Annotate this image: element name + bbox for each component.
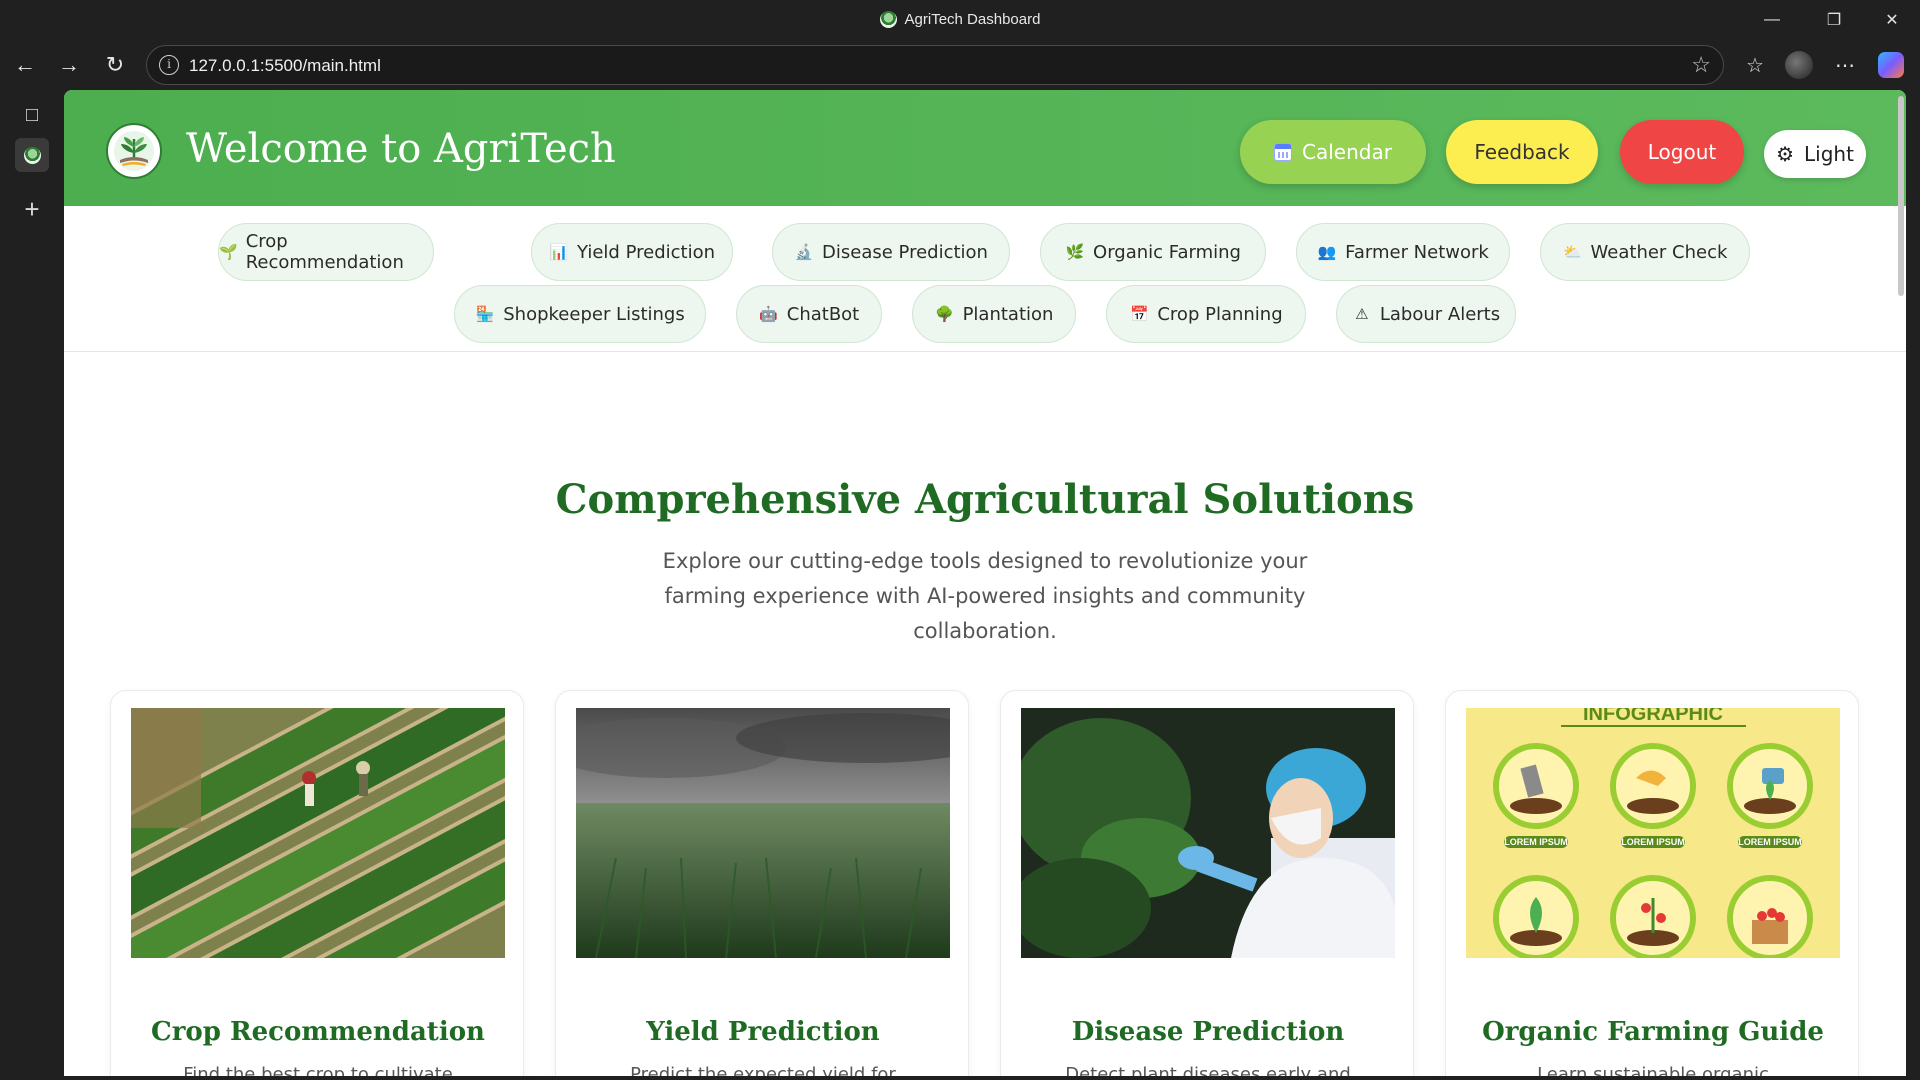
card-title: Organic Farming Guide (1482, 1017, 1824, 1047)
infographic-heading: INFOGRAPHIC (1583, 708, 1723, 725)
infographic-image: INFOGRAPHIC LOREM IPSUM LOREM IPSUM LORE… (1466, 708, 1840, 958)
calendar-icon: 📅 (1130, 305, 1149, 323)
tree-icon: 🌳 (935, 305, 954, 323)
nav-organic-farming[interactable]: 🌿 Organic Farming (1040, 223, 1266, 281)
card-disease-prediction[interactable]: Disease Prediction Detect plant diseases… (1000, 690, 1414, 1076)
card-title: Disease Prediction (1071, 1017, 1345, 1047)
tab-actions-icon[interactable]: □ (15, 98, 49, 132)
nav-label: Yield Prediction (577, 241, 715, 263)
gear-icon: ⚙ (1776, 142, 1794, 166)
nav-label: ChatBot (786, 303, 860, 325)
warning-icon: ⚠ (1355, 305, 1369, 323)
nav-farmer-network[interactable]: 👥 Farmer Network (1296, 223, 1510, 281)
nav-disease-prediction[interactable]: 🔬 Disease Prediction (772, 223, 1010, 281)
calendar-icon (1274, 143, 1293, 161)
logout-button-label: Logout (1647, 140, 1717, 164)
nav-label: Farmer Network (1345, 241, 1489, 263)
solutions-subtitle: Explore our cutting-edge tools designed … (662, 549, 1308, 643)
people-icon: 👥 (1317, 243, 1337, 261)
card-description: Detect plant diseases early and (1065, 1064, 1351, 1076)
garden-beds-image (131, 708, 505, 958)
weather-icon: ⛅ (1563, 243, 1582, 261)
infographic-badge: LOREM IPSUM (1738, 837, 1802, 847)
plant-logo-icon (114, 131, 154, 171)
card-yield-prediction[interactable]: Yield Prediction Predict the expected yi… (555, 690, 969, 1076)
shop-icon: 🏪 (475, 305, 495, 323)
infographic-badge: LOREM IPSUM (1504, 837, 1568, 847)
calendar-button-label: Calendar (1302, 140, 1392, 164)
card-crop-recommendation[interactable]: Crop Recommendation Find the best crop t… (110, 690, 524, 1076)
nav-label: Shopkeeper Listings (503, 303, 685, 325)
favorites-icon[interactable]: ☆ (1738, 48, 1772, 82)
browser-sidebar: □ + (0, 90, 64, 1080)
back-icon[interactable]: ← (8, 48, 42, 82)
agritech-logo (106, 123, 162, 179)
reload-icon[interactable]: ↻ (98, 48, 132, 82)
nav-crop-planning[interactable]: 📅 Crop Planning (1106, 285, 1306, 343)
nav-shopkeeper-listings[interactable]: 🏪 Shopkeeper Listings (454, 285, 706, 343)
logout-button[interactable]: Logout (1620, 120, 1744, 184)
card-organic-farming[interactable]: INFOGRAPHIC LOREM IPSUM LOREM IPSUM LORE… (1445, 690, 1859, 1076)
nav-label: Crop Recommendation (245, 231, 404, 273)
more-options-icon[interactable]: ⋯ (1828, 48, 1862, 82)
theme-toggle-button[interactable]: ⚙ Light (1764, 130, 1866, 178)
microscope-icon: 🔬 (794, 243, 814, 261)
web-page: Welcome to AgriTech Calendar Feedback Lo… (64, 90, 1906, 1076)
robot-icon: 🤖 (759, 305, 779, 323)
profile-avatar[interactable] (1782, 48, 1816, 82)
feedback-button[interactable]: Feedback (1446, 120, 1598, 184)
nav-plantation[interactable]: 🌳 Plantation (912, 285, 1076, 343)
nav-label: Crop Planning (1157, 303, 1283, 325)
card-description: Find the best crop to cultivate (183, 1064, 453, 1076)
infographic-badge: LOREM IPSUM (1621, 837, 1685, 847)
tab-title: AgriTech Dashboard (904, 11, 1041, 28)
address-url[interactable]: 127.0.0.1:5500/main.html (189, 56, 381, 76)
restore-icon[interactable]: ❐ (1811, 0, 1857, 40)
window-title: AgriTech Dashboard (0, 11, 1920, 28)
nav-label: Disease Prediction (822, 241, 988, 263)
card-title: Crop Recommendation (151, 1017, 485, 1047)
page-scrollbar[interactable] (1898, 96, 1904, 296)
wheat-field-image (576, 708, 950, 958)
copilot-icon[interactable] (1874, 48, 1908, 82)
address-bar[interactable]: i 127.0.0.1:5500/main.html ☆ (146, 45, 1724, 85)
nav-weather-check[interactable]: ⛅ Weather Check (1540, 223, 1750, 281)
close-window-icon[interactable]: ✕ (1869, 0, 1915, 40)
site-info-icon[interactable]: i (159, 55, 179, 75)
bookmark-star-icon[interactable]: ☆ (1691, 52, 1711, 78)
card-description: Predict the expected yield for (630, 1064, 896, 1076)
nav-crop-recommendation[interactable]: 🌱 Crop Recommendation (218, 223, 434, 281)
scientist-image (1021, 708, 1395, 958)
site-title: Welcome to AgriTech (186, 126, 616, 172)
seedling-icon: 🌱 (219, 243, 238, 261)
minimize-icon[interactable]: — (1749, 0, 1795, 40)
solutions-title: Comprehensive Agricultural Solutions (555, 476, 1415, 523)
nav-labour-alerts[interactable]: ⚠ Labour Alerts (1336, 285, 1516, 343)
active-tab-favicon-icon[interactable] (15, 138, 49, 172)
theme-toggle-label: Light (1804, 142, 1854, 166)
nav-label: Organic Farming (1093, 241, 1241, 263)
nav-chatbot[interactable]: 🤖 ChatBot (736, 285, 882, 343)
forward-icon[interactable]: → (52, 48, 86, 82)
nav-label: Weather Check (1590, 241, 1728, 263)
site-header: Welcome to AgriTech Calendar Feedback Lo… (64, 90, 1906, 206)
nav-label: Labour Alerts (1379, 303, 1501, 325)
browser-titlebar: AgriTech Dashboard — ❐ ✕ (0, 0, 1920, 40)
nav-label: Plantation (962, 303, 1054, 325)
card-title: Yield Prediction (646, 1017, 880, 1047)
card-description: Learn sustainable organic (1537, 1064, 1769, 1076)
browser-toolbar: ← → ↻ i 127.0.0.1:5500/main.html ☆ ☆ ⋯ (0, 40, 1920, 90)
agritech-favicon-icon (879, 11, 897, 28)
calendar-button[interactable]: Calendar (1240, 120, 1426, 184)
herb-icon: 🌿 (1065, 243, 1085, 261)
feedback-button-label: Feedback (1474, 140, 1570, 164)
bar-chart-icon: 📊 (549, 243, 569, 261)
new-tab-icon[interactable]: + (15, 192, 49, 226)
nav-yield-prediction[interactable]: 📊 Yield Prediction (531, 223, 733, 281)
